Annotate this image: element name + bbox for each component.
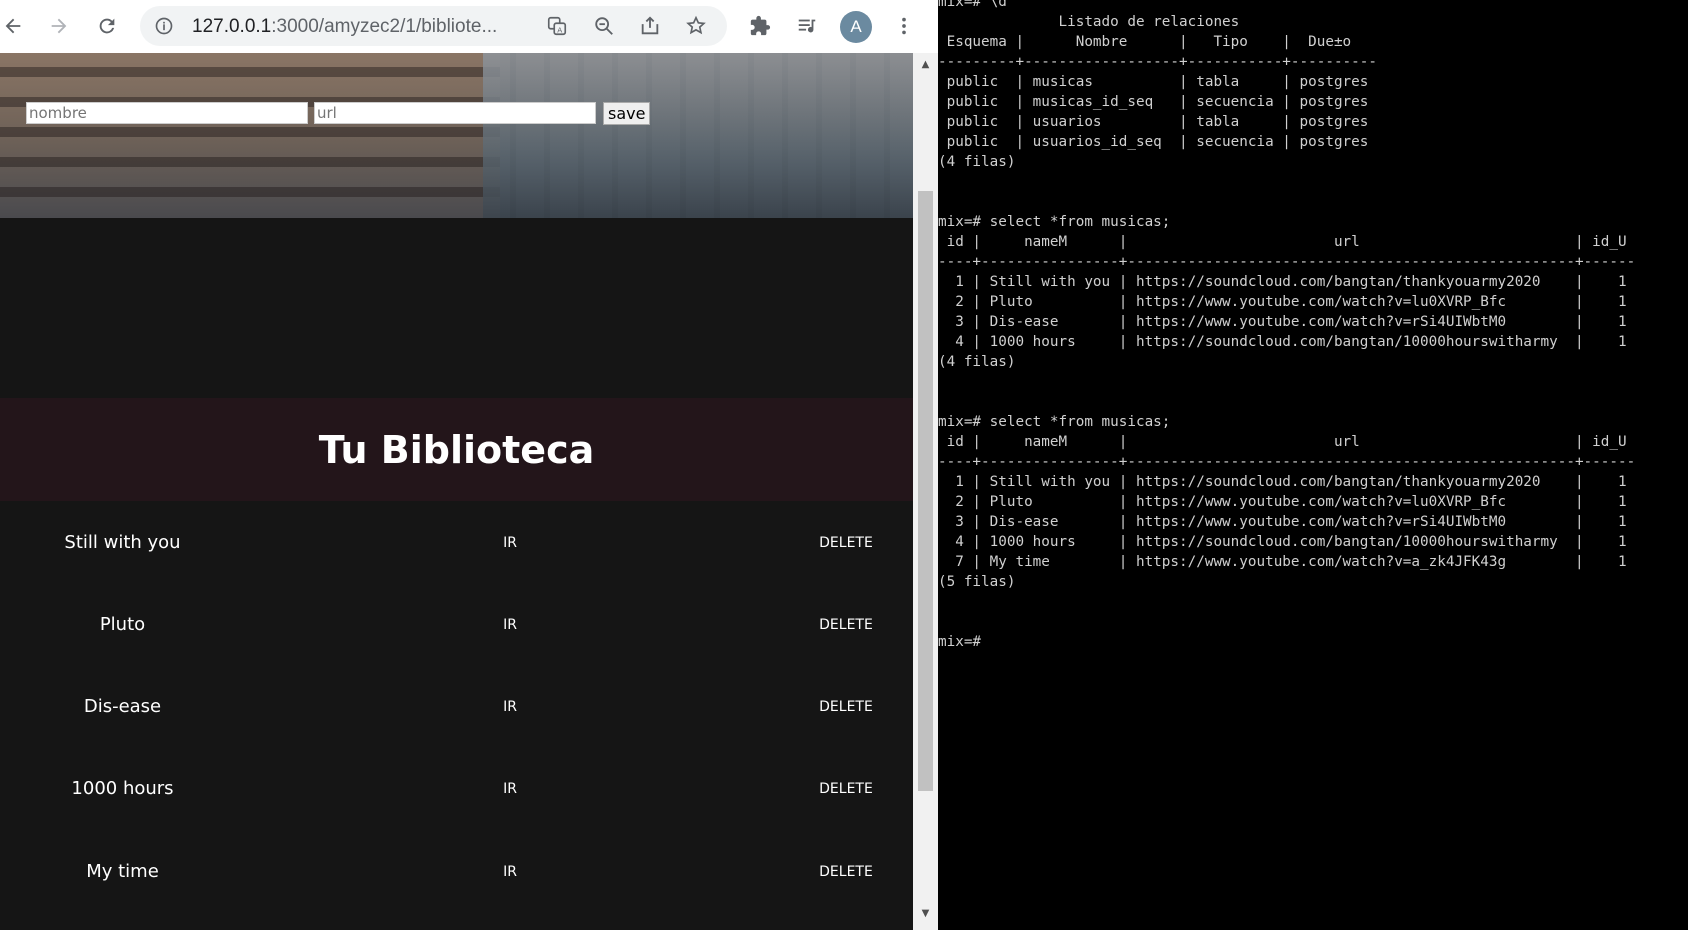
address-bar[interactable]: 127.0.0.1:3000/amyzec2/1/bibliote... A xyxy=(140,6,727,46)
ir-button[interactable]: IR xyxy=(460,852,560,892)
page-title: Tu Biblioteca xyxy=(318,427,595,472)
avatar[interactable]: A xyxy=(840,11,872,43)
song-row: My time IR DELETE xyxy=(0,852,913,892)
browser-window: 127.0.0.1:3000/amyzec2/1/bibliote... A A xyxy=(0,0,938,930)
forward-icon[interactable] xyxy=(42,9,76,43)
reload-icon[interactable] xyxy=(90,9,124,43)
song-name: Dis-ease xyxy=(83,696,162,717)
song-row: Still with you IR DELETE xyxy=(0,523,913,563)
song-name: Still with you xyxy=(64,532,181,553)
song-name: 1000 hours xyxy=(71,778,174,799)
ir-button[interactable]: IR xyxy=(460,769,560,809)
song-row: Dis-ease IR DELETE xyxy=(0,687,913,727)
sky-image xyxy=(483,53,913,218)
scroll-down-arrow-icon[interactable]: ▼ xyxy=(913,905,938,923)
scroll-up-arrow-icon[interactable]: ▲ xyxy=(913,56,938,74)
media-queue-icon[interactable] xyxy=(790,9,824,43)
save-button[interactable]: save xyxy=(603,102,651,125)
library-header: Tu Biblioteca xyxy=(0,398,913,501)
zoom-out-icon[interactable] xyxy=(592,14,616,38)
name-input[interactable] xyxy=(26,102,308,124)
bookmark-star-icon[interactable] xyxy=(684,14,708,38)
info-icon[interactable] xyxy=(154,16,174,36)
page-viewport: save Tu Biblioteca Still with you IR DEL… xyxy=(0,53,913,930)
ir-button[interactable]: IR xyxy=(460,687,560,727)
delete-button[interactable]: DELETE xyxy=(800,523,892,563)
ir-button[interactable]: IR xyxy=(460,523,560,563)
url-path: :3000/amyzec2/1/bibliote... xyxy=(271,16,498,37)
scroll-thumb[interactable] xyxy=(918,191,933,791)
scrollbar[interactable]: ▲ ▼ xyxy=(913,53,938,930)
delete-button[interactable]: DELETE xyxy=(800,852,892,892)
delete-button[interactable]: DELETE xyxy=(800,605,892,645)
svg-text:A: A xyxy=(557,25,562,34)
delete-button[interactable]: DELETE xyxy=(800,687,892,727)
back-icon[interactable] xyxy=(0,9,30,43)
song-row: Pluto IR DELETE xyxy=(0,605,913,645)
ir-button[interactable]: IR xyxy=(460,605,560,645)
song-row: 1000 hours IR DELETE xyxy=(0,769,913,809)
terminal-output: mix=# \d Listado de relaciones Esquema |… xyxy=(938,0,1636,650)
url-host: 127.0.0.1 xyxy=(192,16,272,37)
extensions-icon[interactable] xyxy=(743,9,777,43)
delete-button[interactable]: DELETE xyxy=(800,769,892,809)
building-image xyxy=(0,53,500,218)
share-icon[interactable] xyxy=(638,14,662,38)
terminal-window[interactable]: mix=# \d Listado de relaciones Esquema |… xyxy=(938,0,1688,930)
song-name: Pluto xyxy=(99,614,146,635)
translate-icon[interactable]: A xyxy=(545,14,569,38)
song-name: My time xyxy=(86,861,159,882)
url-text[interactable]: 127.0.0.1:3000/amyzec2/1/bibliote... xyxy=(192,16,572,38)
kebab-menu-icon[interactable] xyxy=(887,9,921,43)
browser-toolbar: 127.0.0.1:3000/amyzec2/1/bibliote... A A xyxy=(0,0,938,53)
url-input[interactable] xyxy=(314,102,596,124)
hero-banner-image: save xyxy=(0,53,913,218)
